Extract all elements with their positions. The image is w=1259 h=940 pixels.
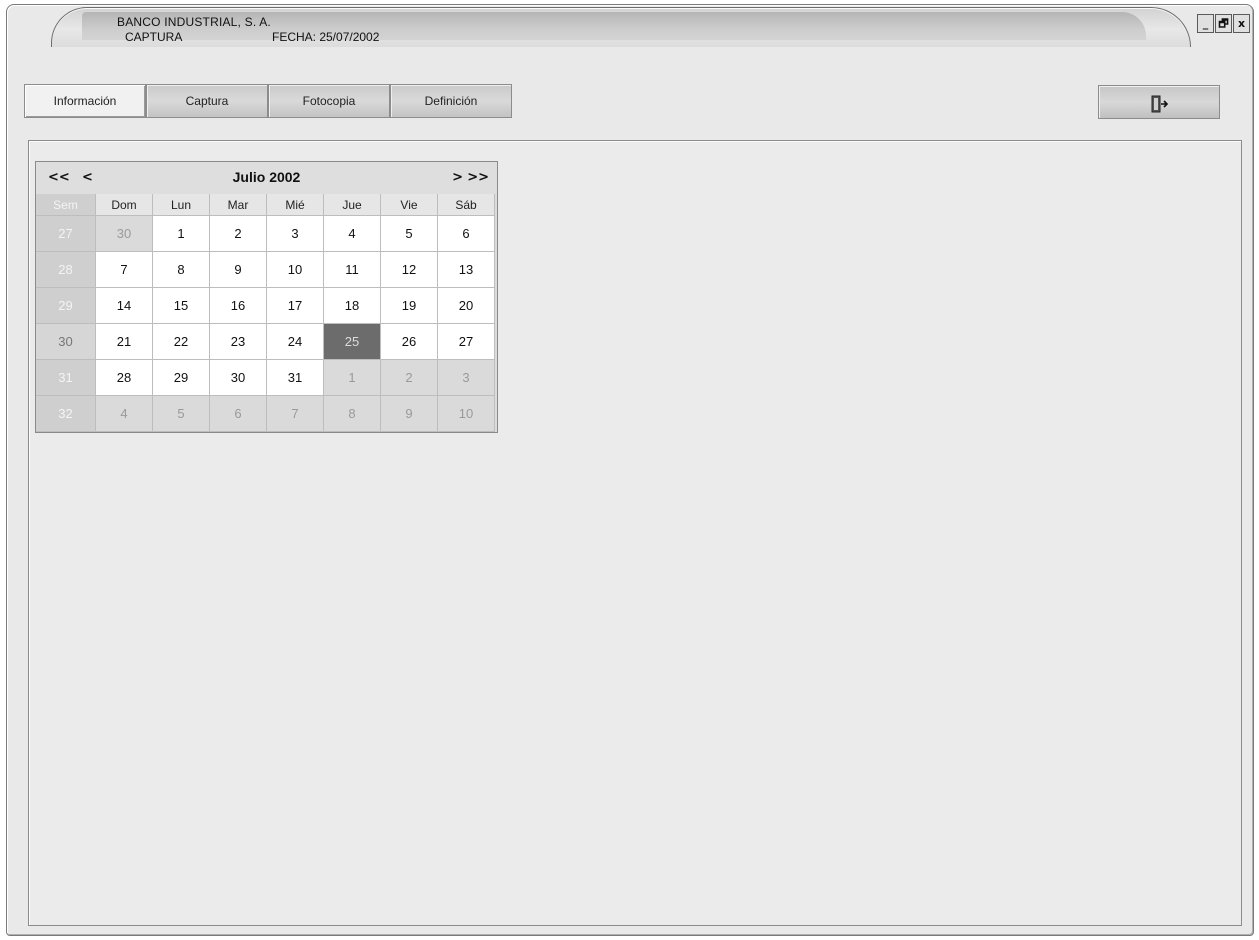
day-cell[interactable]: 26 <box>381 324 438 360</box>
day-cell[interactable]: 10 <box>267 252 324 288</box>
week-number[interactable]: 27 <box>36 216 96 252</box>
day-cell[interactable]: 17 <box>267 288 324 324</box>
day-cell[interactable]: 29 <box>153 360 210 396</box>
day-cell[interactable]: 27 <box>438 324 495 360</box>
app-title: BANCO INDUSTRIAL, S. A. <box>117 15 271 29</box>
day-cell[interactable]: 8 <box>324 396 381 432</box>
day-cell[interactable]: 11 <box>324 252 381 288</box>
calendar-grid: Sem Dom Lun Mar Mié Jue Vie Sáb 27 30 1 2 3 4 5 6 28 7 8 9 1… <box>36 194 497 432</box>
day-cell[interactable]: 7 <box>267 396 324 432</box>
week-number[interactable]: 29 <box>36 288 96 324</box>
day-cell[interactable]: 7 <box>96 252 153 288</box>
day-header: Mar <box>210 194 267 216</box>
day-cell[interactable]: 4 <box>96 396 153 432</box>
day-header: Lun <box>153 194 210 216</box>
day-cell[interactable]: 30 <box>96 216 153 252</box>
day-cell[interactable]: 10 <box>438 396 495 432</box>
day-cell[interactable]: 5 <box>153 396 210 432</box>
day-cell[interactable]: 1 <box>324 360 381 396</box>
month-label: Julio 2002 <box>232 169 301 185</box>
screen-title: CAPTURA <box>125 30 183 44</box>
day-header: Mié <box>267 194 324 216</box>
day-header: Vie <box>381 194 438 216</box>
day-cell[interactable]: 28 <box>96 360 153 396</box>
day-cell[interactable]: 5 <box>381 216 438 252</box>
day-cell[interactable]: 13 <box>438 252 495 288</box>
day-cell[interactable]: 16 <box>210 288 267 324</box>
title-bar: BANCO INDUSTRIAL, S. A. CAPTURA FECHA: 2… <box>7 5 1253 51</box>
day-cell[interactable]: 6 <box>210 396 267 432</box>
day-header: Sáb <box>438 194 495 216</box>
day-cell[interactable]: 25 <box>324 324 381 360</box>
tab-fotocopia[interactable]: Fotocopia <box>268 84 390 118</box>
window-controls: _ 🗗 x <box>1197 14 1250 33</box>
week-number[interactable]: 32 <box>36 396 96 432</box>
next-year-button[interactable]: >> <box>467 170 489 185</box>
day-cell[interactable]: 18 <box>324 288 381 324</box>
day-cell[interactable]: 24 <box>267 324 324 360</box>
next-month-button[interactable]: > <box>452 170 463 185</box>
exit-door-icon <box>1151 95 1169 113</box>
day-cell[interactable]: 3 <box>267 216 324 252</box>
day-cell[interactable]: 1 <box>153 216 210 252</box>
day-cell[interactable]: 22 <box>153 324 210 360</box>
day-cell[interactable]: 21 <box>96 324 153 360</box>
day-header: Jue <box>324 194 381 216</box>
day-cell[interactable]: 9 <box>381 396 438 432</box>
day-header: Dom <box>96 194 153 216</box>
tab-informacion[interactable]: Información <box>24 84 146 118</box>
calendar: << < Julio 2002 > >> Sem Dom Lun Mar Mié Jue V… <box>35 161 498 433</box>
tab-captura[interactable]: Captura <box>146 84 268 118</box>
day-cell[interactable]: 12 <box>381 252 438 288</box>
week-number[interactable]: 31 <box>36 360 96 396</box>
week-number[interactable]: 30 <box>36 324 96 360</box>
day-cell[interactable]: 2 <box>210 216 267 252</box>
week-number[interactable]: 28 <box>36 252 96 288</box>
minimize-button[interactable]: _ <box>1197 14 1214 33</box>
week-header: Sem <box>36 194 96 216</box>
tab-bar: Información Captura Fotocopia Definición <box>24 84 512 118</box>
day-cell[interactable]: 9 <box>210 252 267 288</box>
exit-button[interactable] <box>1098 85 1220 119</box>
day-cell[interactable]: 8 <box>153 252 210 288</box>
restore-button[interactable]: 🗗 <box>1215 14 1232 33</box>
day-cell[interactable]: 31 <box>267 360 324 396</box>
date-label: FECHA: 25/07/2002 <box>272 30 380 44</box>
day-cell[interactable]: 19 <box>381 288 438 324</box>
day-cell[interactable]: 3 <box>438 360 495 396</box>
day-cell[interactable]: 14 <box>96 288 153 324</box>
day-cell[interactable]: 2 <box>381 360 438 396</box>
day-cell[interactable]: 23 <box>210 324 267 360</box>
tab-definicion[interactable]: Definición <box>390 84 512 118</box>
day-cell[interactable]: 6 <box>438 216 495 252</box>
day-cell[interactable]: 15 <box>153 288 210 324</box>
day-cell[interactable]: 30 <box>210 360 267 396</box>
calendar-header: << < Julio 2002 > >> <box>36 162 497 194</box>
close-button[interactable]: x <box>1233 14 1250 33</box>
day-cell[interactable]: 20 <box>438 288 495 324</box>
day-cell[interactable]: 4 <box>324 216 381 252</box>
